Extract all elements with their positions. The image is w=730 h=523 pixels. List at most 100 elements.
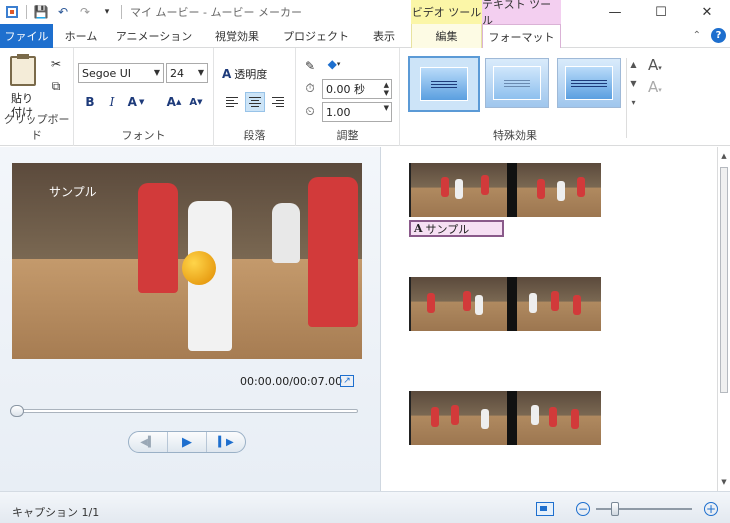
qat-separator: [121, 5, 122, 19]
seek-thumb[interactable]: [10, 405, 24, 417]
ribbon: 貼り 付け ✂ ⧉ クリップボード Segoe UI ▼ 24 ▼ B I A ▼ A…: [0, 48, 730, 146]
clip-1[interactable]: [409, 163, 601, 217]
tab-edit[interactable]: 編集: [411, 24, 482, 48]
grow-font-button[interactable]: A ▲: [164, 92, 184, 112]
caption-glyph-icon: A: [414, 222, 423, 235]
quick-access-toolbar: 💾 ↶ ↷ ▾: [0, 0, 122, 24]
window-title: マイ ムービー - ムービー メーカー: [130, 6, 302, 19]
font-group: Segoe UI ▼ 24 ▼ B I A ▼ A ▲ A ▼ フォント: [74, 48, 214, 146]
video-tools-context-header: ビデオ ツール: [411, 0, 482, 24]
save-icon[interactable]: 💾: [33, 4, 49, 20]
next-frame-button[interactable]: ▍▶: [207, 432, 245, 452]
tab-file[interactable]: ファイル: [0, 24, 53, 48]
font-family-select[interactable]: Segoe UI ▼: [78, 63, 164, 83]
tab-project[interactable]: プロジェクト: [275, 24, 357, 48]
duration-input[interactable]: 1.00 ▼: [322, 102, 392, 122]
paste-icon: [10, 54, 36, 86]
player-red-right: [308, 177, 358, 327]
storyboard: A サンプル: [381, 147, 717, 491]
effects-group-label: 特殊効果: [493, 129, 537, 142]
ribbon-tabs: ファイル ホーム アニメーション 視覚効果 プロジェクト 表示 編集 フォーマッ…: [0, 24, 730, 49]
font-color-button[interactable]: A ▼: [126, 92, 146, 112]
playback-controls: ◀▍ ▶ ▍▶: [128, 431, 246, 453]
background-color-icon[interactable]: ✎: [302, 58, 318, 74]
basketball: [182, 251, 216, 285]
align-center-button[interactable]: [245, 92, 265, 112]
font-size-select[interactable]: 24 ▼: [166, 63, 208, 83]
clip-2[interactable]: [409, 277, 601, 331]
preview-caption: サンプル: [49, 185, 97, 199]
effects-group: ▲ ▼ ▾ A▾ A▾ 特殊効果: [400, 48, 730, 146]
text-style-button-1[interactable]: A▾: [648, 56, 662, 74]
redo-icon[interactable]: ↷: [77, 4, 93, 20]
caption-count: キャプション 1/1: [12, 506, 100, 519]
clip-frame: [507, 163, 517, 217]
undo-icon[interactable]: ↶: [55, 4, 71, 20]
caption-clip-label: サンプル: [425, 222, 470, 236]
clipboard-group: 貼り 付け ✂ ⧉ クリップボード: [0, 48, 74, 146]
scroll-thumb[interactable]: [720, 167, 728, 393]
clip-frame: [517, 277, 601, 331]
expand-preview-icon[interactable]: ↗: [340, 375, 354, 387]
storyboard-scrollbar[interactable]: ▲ ▼: [717, 147, 730, 491]
clip-frame: [411, 277, 507, 331]
align-right-button[interactable]: [268, 92, 288, 112]
tab-animation[interactable]: アニメーション: [109, 24, 199, 48]
thumbnail-size-icon[interactable]: [536, 502, 554, 516]
clip-frame: [507, 391, 517, 445]
outline-color-icon[interactable]: ◆ ▾: [326, 56, 342, 72]
caption-clip[interactable]: A サンプル: [409, 220, 504, 237]
shrink-font-button[interactable]: A ▼: [186, 92, 206, 112]
app-icon[interactable]: [4, 4, 20, 20]
collapse-ribbon-icon[interactable]: ⌃: [693, 30, 701, 41]
clip-3[interactable]: [409, 391, 601, 445]
tab-visual-effects[interactable]: 視覚効果: [199, 24, 275, 48]
text-style-button-2[interactable]: A▾: [648, 78, 662, 96]
status-bar: キャプション 1/1 − +: [0, 491, 730, 523]
effect-none[interactable]: [408, 56, 480, 112]
tab-home[interactable]: ホーム: [53, 24, 109, 48]
video-preview[interactable]: サンプル: [12, 163, 362, 359]
title-bar: 💾 ↶ ↷ ▾ マイ ムービー - ムービー メーカー ビデオ ツール テキスト…: [0, 0, 730, 27]
tab-format[interactable]: フォーマット: [482, 24, 561, 49]
zoom-in-icon[interactable]: +: [704, 502, 718, 516]
clip-frame: [507, 277, 517, 331]
clip-frame: [517, 163, 601, 217]
paragraph-group: A 透明度 段落: [214, 48, 296, 146]
play-button[interactable]: ▶: [168, 432, 207, 452]
seek-bar[interactable]: [12, 409, 358, 413]
window-controls: — ☐ ✕: [592, 0, 730, 24]
customize-qat-icon[interactable]: ▾: [99, 4, 115, 20]
duration-icon: ⏲: [305, 103, 315, 118]
transparency-label: 透明度: [234, 68, 268, 81]
effect-outline[interactable]: [485, 58, 549, 108]
scroll-up-icon[interactable]: ▲: [718, 149, 730, 163]
effects-gallery-scroll[interactable]: ▲ ▼ ▾: [626, 58, 640, 138]
copy-icon[interactable]: ⧉: [48, 78, 64, 94]
player-bg: [272, 203, 300, 263]
effect-horizontal-expand[interactable]: [557, 58, 621, 108]
clip-frame: [411, 163, 507, 217]
qat-separator: [26, 5, 27, 19]
tab-view[interactable]: 表示: [357, 24, 411, 48]
clipboard-group-label: クリップボード: [3, 113, 70, 142]
maximize-button[interactable]: ☐: [638, 0, 684, 24]
main-area: サンプル 00:00.00/00:07.00 ↗ ◀▍ ▶ ▍▶ A サンプル: [0, 147, 730, 491]
adjust-group-label: 調整: [336, 129, 359, 142]
transparency-button[interactable]: A 透明度: [222, 66, 267, 82]
close-button[interactable]: ✕: [684, 0, 730, 24]
help-icon[interactable]: ?: [711, 28, 726, 43]
paragraph-group-label: 段落: [243, 129, 266, 142]
cut-icon[interactable]: ✂: [48, 56, 64, 72]
zoom-out-icon[interactable]: −: [576, 502, 590, 516]
previous-frame-button[interactable]: ◀▍: [129, 432, 168, 452]
bold-button[interactable]: B: [80, 92, 100, 112]
scroll-down-icon[interactable]: ▼: [718, 475, 730, 489]
minimize-button[interactable]: —: [592, 0, 638, 24]
start-time-input[interactable]: 0.00 秒 ▲ ▼: [322, 79, 392, 99]
clip-frame: [517, 391, 601, 445]
timecode: 00:00.00/00:07.00: [240, 375, 343, 388]
italic-button[interactable]: I: [102, 92, 122, 112]
align-left-button[interactable]: [222, 92, 242, 112]
zoom-slider-thumb[interactable]: [611, 502, 619, 516]
